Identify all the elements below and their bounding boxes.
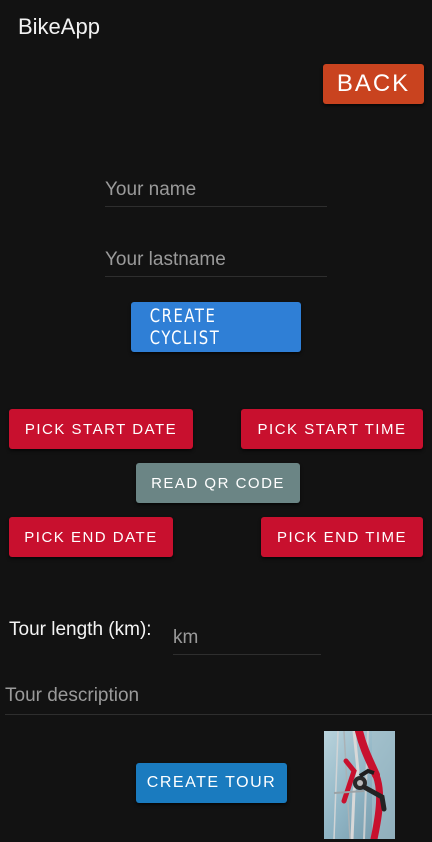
tour-length-input[interactable] bbox=[173, 622, 321, 655]
create-cyclist-label: CREATE CYCLIST bbox=[149, 305, 221, 349]
lastname-input[interactable] bbox=[105, 244, 327, 277]
bicycle-photo bbox=[324, 731, 395, 839]
pick-end-time-button[interactable]: PICK END TIME bbox=[261, 517, 423, 557]
back-button[interactable]: BACK bbox=[323, 64, 424, 104]
create-cyclist-button[interactable]: CREATE CYCLIST bbox=[131, 302, 301, 352]
name-input[interactable] bbox=[105, 174, 327, 207]
pick-start-time-button[interactable]: PICK START TIME bbox=[241, 409, 423, 449]
read-qr-code-button[interactable]: READ QR CODE bbox=[136, 463, 300, 503]
pick-end-date-button[interactable]: PICK END DATE bbox=[9, 517, 173, 557]
tour-length-label: Tour length (km): bbox=[9, 619, 152, 640]
app-title: BikeApp bbox=[18, 14, 100, 39]
pick-start-date-button[interactable]: PICK START DATE bbox=[9, 409, 193, 449]
bicycle-photo-icon bbox=[324, 731, 395, 839]
tour-description-input[interactable] bbox=[5, 678, 432, 715]
create-tour-button[interactable]: CREATE TOUR bbox=[136, 763, 287, 803]
